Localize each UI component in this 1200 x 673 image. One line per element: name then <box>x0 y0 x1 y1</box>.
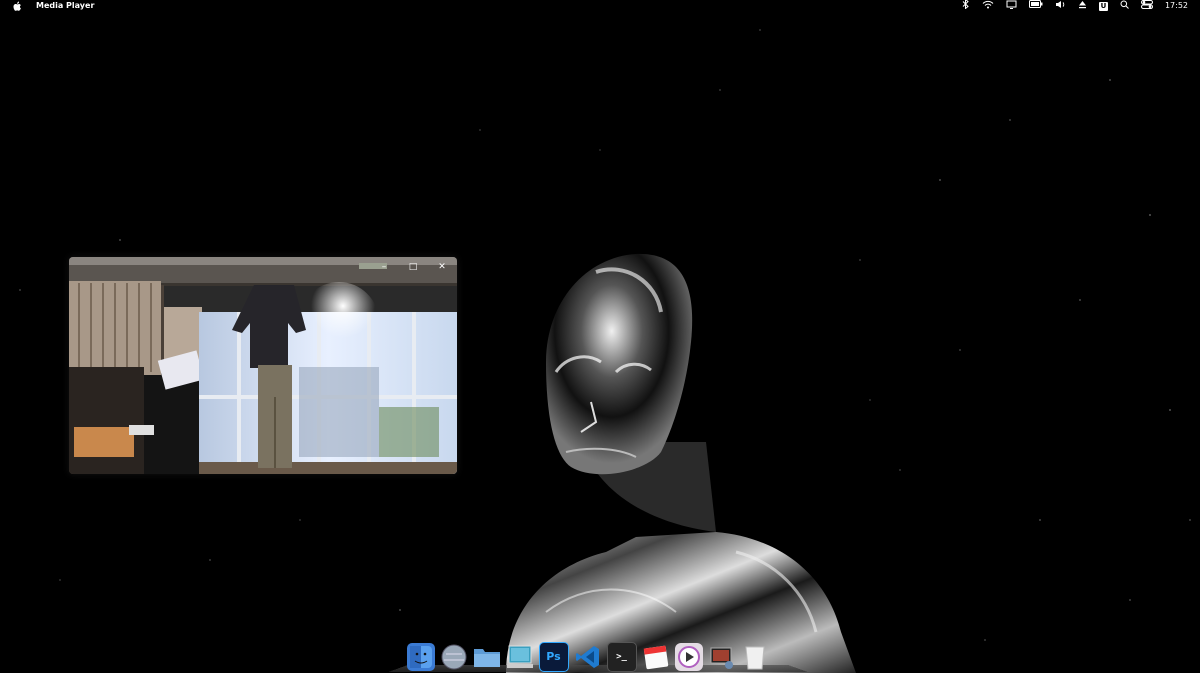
volume-icon[interactable] <box>1055 0 1066 13</box>
wallpaper-chrome-figure <box>506 253 856 673</box>
vscode-icon[interactable] <box>574 643 602 671</box>
dock: Ps >_ <box>404 640 792 673</box>
control-center-icon[interactable] <box>1140 0 1153 13</box>
wifi-icon[interactable] <box>982 0 994 13</box>
finder-icon[interactable] <box>406 642 435 671</box>
search-icon[interactable] <box>1120 0 1129 13</box>
media-player-icon[interactable] <box>674 642 703 671</box>
close-button[interactable]: ✕ <box>435 261 449 273</box>
folder-icon[interactable] <box>473 643 501 671</box>
menubar: Media Player U 17:52 <box>0 0 1200 12</box>
trash-icon[interactable] <box>741 643 769 671</box>
menubar-clock[interactable]: 17:52 <box>1165 0 1188 12</box>
terminal-label: >_ <box>616 651 627 662</box>
bluetooth-icon[interactable] <box>962 0 970 13</box>
battery-icon[interactable] <box>1028 0 1043 12</box>
photoshop-label: Ps <box>546 650 561 663</box>
eject-icon[interactable] <box>1078 0 1087 13</box>
media-player-window[interactable]: – □ ✕ <box>69 257 457 474</box>
terminal-icon[interactable]: >_ <box>606 641 637 672</box>
video-frame[interactable] <box>69 257 457 474</box>
user-badge-icon[interactable]: U <box>1098 1 1108 11</box>
app-menu-name[interactable]: Media Player <box>36 1 94 11</box>
display-icon[interactable] <box>1006 0 1017 13</box>
status-area: U 17:52 <box>962 0 1188 12</box>
preview-icon[interactable] <box>506 643 534 671</box>
minimize-button[interactable]: – <box>377 261 391 273</box>
browser-globe-icon[interactable] <box>440 643 468 671</box>
photoshop-icon[interactable]: Ps <box>538 641 569 672</box>
photo-app-icon[interactable] <box>708 643 736 671</box>
calendar-icon[interactable] <box>642 643 670 671</box>
maximize-button[interactable]: □ <box>406 261 420 273</box>
apple-menu-icon[interactable] <box>13 1 23 11</box>
